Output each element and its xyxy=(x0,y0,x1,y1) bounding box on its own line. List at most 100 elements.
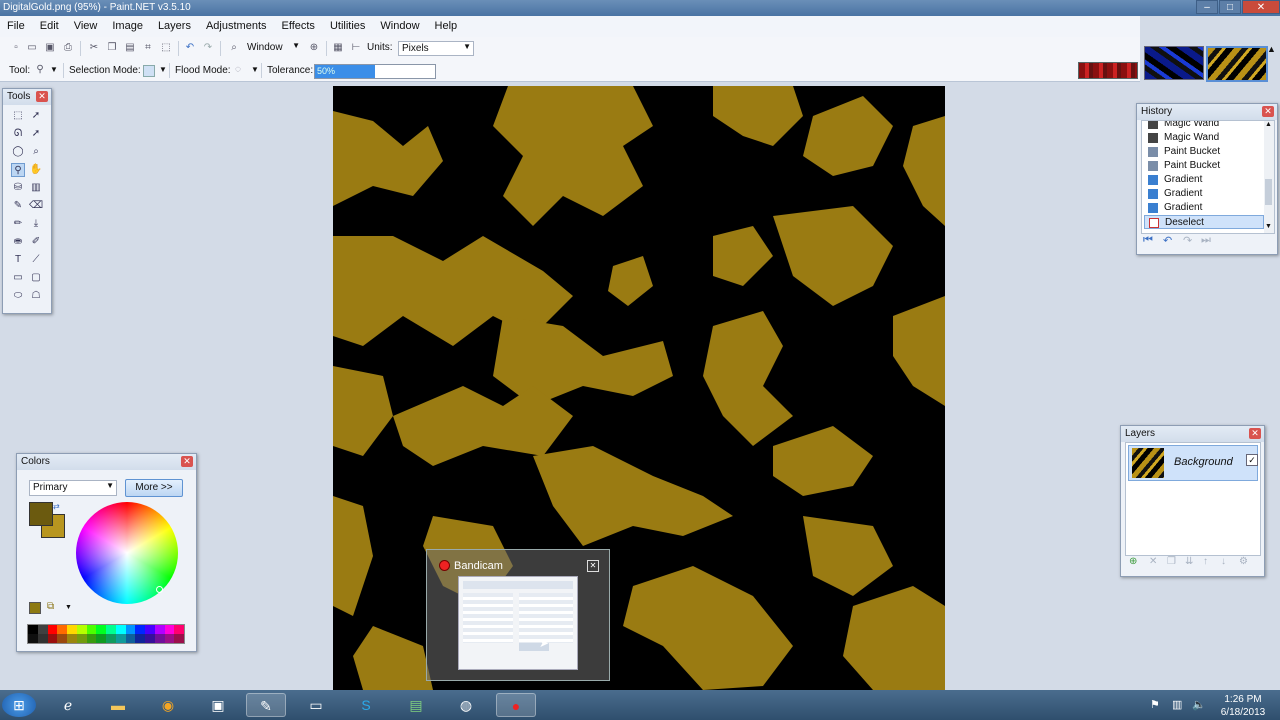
magic-wand-icon[interactable]: ⚲ xyxy=(34,64,46,76)
palette-swatch[interactable] xyxy=(145,634,155,643)
duplicate-layer-icon[interactable]: ❐ xyxy=(1167,556,1176,567)
pencil-icon[interactable]: ✏ xyxy=(11,217,25,231)
layer-row[interactable]: Background ✓ xyxy=(1128,445,1258,481)
palette-swatch[interactable] xyxy=(47,634,58,643)
redo-icon[interactable]: ↷ xyxy=(202,42,214,54)
history-item[interactable]: Paint Bucket xyxy=(1144,159,1262,173)
maximize-button[interactable]: □ xyxy=(1219,0,1241,14)
eraser-icon[interactable]: ⌫ xyxy=(29,199,43,213)
rulers-icon[interactable]: ⊢ xyxy=(350,42,362,54)
history-item[interactable]: Gradient xyxy=(1144,187,1262,201)
skype-icon[interactable]: S xyxy=(346,693,386,717)
tolerance-slider[interactable]: 50% xyxy=(314,64,436,79)
clock-date[interactable]: 6/18/2013 xyxy=(1214,707,1272,718)
history-item[interactable]: Paint Bucket xyxy=(1144,145,1262,159)
steam-icon[interactable]: ◍ xyxy=(446,693,486,717)
primary-color-swatch[interactable] xyxy=(29,502,53,526)
tray-flag-icon[interactable]: ⚑ xyxy=(1150,698,1160,711)
menu-edit[interactable]: Edit xyxy=(33,16,67,32)
palette-swatch[interactable] xyxy=(174,634,184,643)
zoom-dropdown[interactable]: Window ▼ xyxy=(244,41,302,56)
palette-swatch[interactable] xyxy=(164,625,175,634)
line-curve-icon[interactable]: ⟋ xyxy=(29,253,43,267)
palette-swatch[interactable] xyxy=(154,625,165,634)
bandicam-taskbar-icon[interactable]: ● xyxy=(496,693,536,717)
crop-icon[interactable]: ⌗ xyxy=(142,42,154,54)
merge-layer-icon[interactable]: ⇊ xyxy=(1185,556,1193,567)
clone-stamp-icon[interactable]: ⛂ xyxy=(11,235,25,249)
app-icon[interactable]: ▣ xyxy=(198,693,238,717)
gradient-icon[interactable]: ▥ xyxy=(29,181,43,195)
palette-swatch[interactable] xyxy=(47,625,58,634)
palette-swatch[interactable] xyxy=(57,625,67,634)
palette-swatch[interactable] xyxy=(57,634,67,643)
color-wheel[interactable] xyxy=(76,502,178,604)
internet-explorer-icon[interactable]: ℯ xyxy=(48,693,88,717)
scroll-up-icon[interactable]: ▲ xyxy=(1265,121,1272,128)
history-item-selected[interactable]: Deselect xyxy=(1144,215,1264,229)
palette-swatch[interactable] xyxy=(96,625,106,634)
tray-network-icon[interactable]: ▥ xyxy=(1172,698,1182,711)
bandicam-preview[interactable]: Bandicam ✕ ➤ xyxy=(426,549,610,681)
menu-view[interactable]: View xyxy=(67,16,106,32)
palette-swatch[interactable] xyxy=(86,625,97,634)
palette-swatch[interactable] xyxy=(28,634,38,643)
undo-icon[interactable]: ↶ xyxy=(184,42,196,54)
rectangle-icon[interactable]: ▭ xyxy=(11,271,25,285)
minimize-button[interactable]: – xyxy=(1196,0,1218,14)
chevron-down-icon[interactable]: ▼ xyxy=(65,604,72,611)
history-scrollbar[interactable]: ▲ ▼ xyxy=(1264,121,1274,233)
close-icon[interactable]: ✕ xyxy=(1249,428,1261,439)
palette-swatch[interactable] xyxy=(174,625,184,634)
ellipse-select-icon[interactable]: ◯ xyxy=(11,145,25,159)
copy-icon[interactable]: ❐ xyxy=(106,42,118,54)
color-mode-dropdown[interactable]: Primary ▼ xyxy=(29,480,117,496)
palette-swatch[interactable] xyxy=(135,625,145,634)
redo-icon[interactable]: ↷ xyxy=(1183,234,1192,247)
rounded-rectangle-icon[interactable]: ▢ xyxy=(29,271,43,285)
scroll-down-icon[interactable]: ▼ xyxy=(1265,223,1272,230)
undo-icon[interactable]: ↶ xyxy=(1163,234,1172,247)
zoom-in-icon[interactable]: ⊕ xyxy=(308,42,320,54)
image-canvas[interactable] xyxy=(333,86,945,690)
palette-swatch[interactable] xyxy=(115,625,126,634)
menu-image[interactable]: Image xyxy=(105,16,151,32)
add-layer-icon[interactable]: ⊕ xyxy=(1129,556,1137,567)
more-colors-button[interactable]: More >> xyxy=(125,479,183,497)
layer-visibility-checkbox[interactable]: ✓ xyxy=(1246,454,1258,466)
chevron-down-icon[interactable]: ▼ xyxy=(251,65,259,74)
rectangle-select-icon[interactable]: ⬚ xyxy=(11,109,25,123)
layer-properties-icon[interactable]: ⚙ xyxy=(1239,556,1248,567)
chevron-down-icon[interactable]: ▼ xyxy=(159,65,167,74)
tray-volume-icon[interactable]: 🔈 xyxy=(1192,698,1206,711)
palette-swatch[interactable] xyxy=(106,625,116,634)
ellipse-icon[interactable]: ⬭ xyxy=(11,289,25,303)
freeform-shape-icon[interactable]: ☖ xyxy=(29,289,43,303)
lasso-select-icon[interactable]: ᘏ xyxy=(11,127,25,141)
paintbrush-icon[interactable]: ✎ xyxy=(11,199,25,213)
fast-forward-icon[interactable]: ⏭ xyxy=(1201,234,1211,247)
palette-swatch[interactable] xyxy=(76,625,87,634)
chevron-down-icon[interactable]: ▼ xyxy=(50,65,58,74)
palette-swatch[interactable] xyxy=(106,634,116,643)
menu-effects[interactable]: Effects xyxy=(275,16,323,32)
history-item[interactable]: Gradient xyxy=(1144,201,1262,215)
selection-mode-icon[interactable] xyxy=(143,65,155,77)
chrome-icon[interactable]: ◉ xyxy=(148,693,188,717)
image-tab-thumbnail[interactable] xyxy=(1144,46,1204,80)
palette-swatch[interactable] xyxy=(115,634,126,643)
cut-icon[interactable]: ✂ xyxy=(88,42,100,54)
palette-swatch[interactable] xyxy=(37,625,48,634)
pan-icon[interactable]: ✋ xyxy=(29,163,43,177)
tab-scroll-icon[interactable]: ▲ xyxy=(1267,44,1276,54)
palette-swatch[interactable] xyxy=(67,625,77,634)
file-explorer-icon[interactable]: ▬ xyxy=(98,693,138,717)
recent-color-swatch[interactable] xyxy=(29,602,41,614)
open-icon[interactable]: ▭ xyxy=(26,42,38,54)
paint-net-taskbar-icon[interactable]: ✎ xyxy=(246,693,286,717)
palette-swatch[interactable] xyxy=(76,634,87,643)
palette-swatch[interactable] xyxy=(37,634,48,643)
close-icon[interactable]: ✕ xyxy=(36,91,48,102)
palette-swatch[interactable] xyxy=(164,634,175,643)
move-selection-icon[interactable]: ➚ xyxy=(29,127,43,141)
